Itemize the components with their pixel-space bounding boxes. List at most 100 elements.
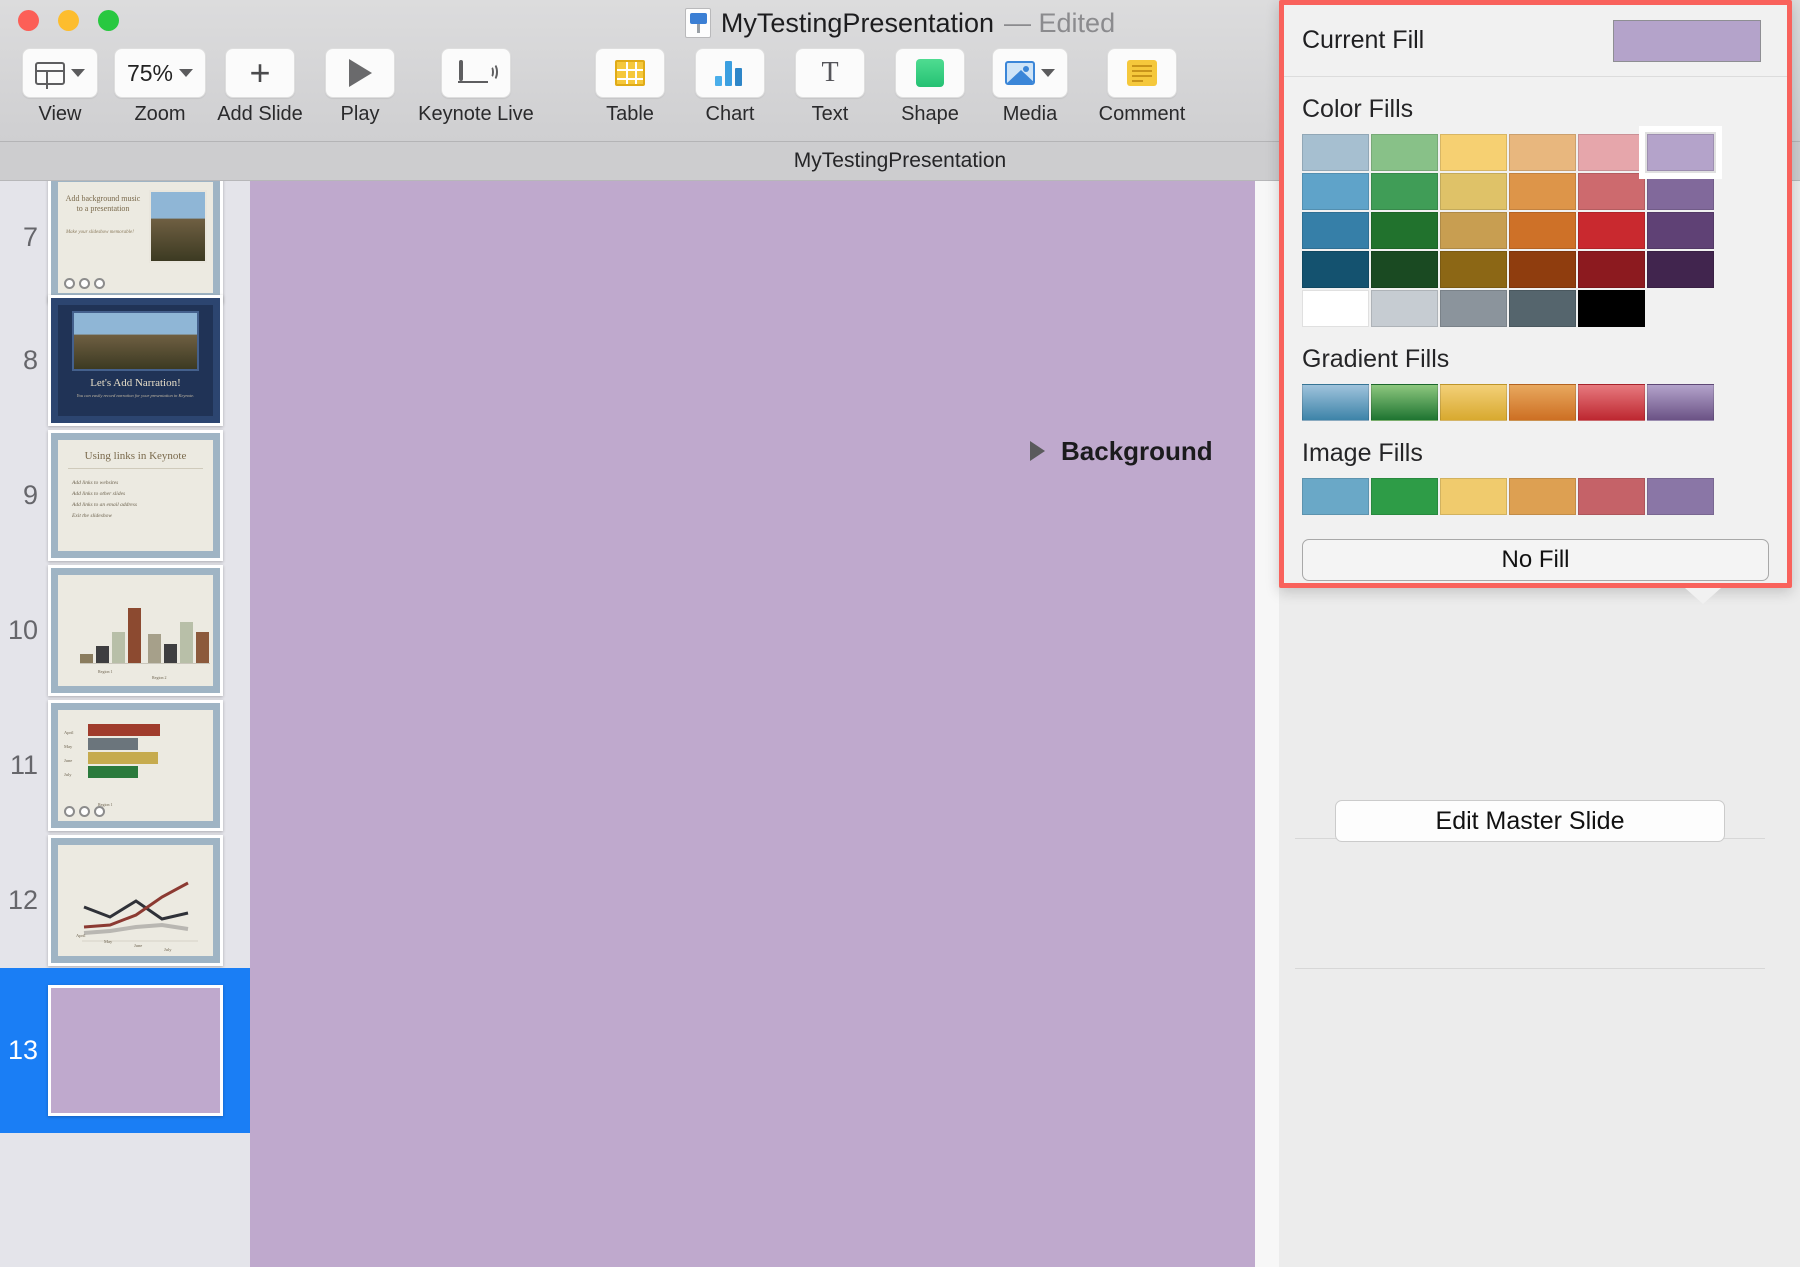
disclosure-triangle-icon[interactable] — [1030, 441, 1045, 461]
color-swatch-3-0[interactable] — [1302, 251, 1369, 288]
media-button[interactable] — [992, 48, 1068, 98]
toolbar-item-table[interactable]: Table — [580, 48, 680, 126]
color-swatch-3-2[interactable] — [1440, 251, 1507, 288]
slide-row-13[interactable]: 13 — [0, 968, 250, 1133]
color-swatch-4-2[interactable] — [1440, 290, 1507, 327]
toolbar-item-media[interactable]: Media — [980, 48, 1080, 126]
gradient-swatch-5[interactable] — [1647, 384, 1714, 421]
text-button[interactable]: T — [795, 48, 865, 98]
slide-number: 9 — [22, 480, 38, 510]
color-swatch-1-2[interactable] — [1440, 173, 1507, 210]
shape-button[interactable] — [895, 48, 965, 98]
slide-row-8[interactable]: 8 Let's Add Narration! You can easily re… — [0, 293, 250, 428]
slide-thumbnail[interactable] — [48, 985, 223, 1116]
color-swatch-3-5[interactable] — [1647, 251, 1714, 288]
image-swatch-0[interactable] — [1302, 478, 1369, 515]
image-swatch-5[interactable] — [1647, 478, 1714, 515]
slide-row-10[interactable]: 10 Region 1 Region 2 — [0, 563, 250, 698]
slide-navigator[interactable]: 7 Add background music to a presentation… — [0, 181, 250, 1267]
toolbar-item-zoom[interactable]: 75% Zoom — [110, 48, 210, 126]
layout-icon — [35, 61, 65, 89]
slide-row-7[interactable]: 7 Add background music to a presentation… — [0, 181, 250, 303]
slide-thumbnail[interactable]: Let's Add Narration! You can easily reco… — [48, 295, 223, 426]
toolbar-item-keynote-live[interactable]: Keynote Live — [410, 48, 542, 126]
gradient-fills-label: Gradient Fills — [1302, 345, 1450, 373]
edit-master-slide-button[interactable]: Edit Master Slide — [1335, 800, 1725, 842]
slide-canvas[interactable] — [250, 181, 1260, 1267]
color-swatch-0-0[interactable] — [1302, 134, 1369, 171]
toolbar-item-play[interactable]: Play — [310, 48, 410, 126]
keynote-live-button[interactable] — [441, 48, 511, 98]
slide-row-11[interactable]: 11 April May June July Region 1 — [0, 698, 250, 833]
color-swatch-2-5[interactable] — [1647, 212, 1714, 249]
inspector-scroll-gutter[interactable] — [1255, 181, 1279, 1267]
color-swatch-2-4[interactable] — [1578, 212, 1645, 249]
color-swatch-4-0[interactable] — [1302, 290, 1369, 327]
slide-thumbnail[interactable]: Region 1 Region 2 — [48, 565, 223, 696]
color-swatch-0-5[interactable] — [1639, 126, 1722, 179]
color-swatch-2-0[interactable] — [1302, 212, 1369, 249]
image-swatch-4[interactable] — [1578, 478, 1645, 515]
inspector-divider-bottom — [1295, 968, 1765, 969]
toolbar-item-text[interactable]: T Text — [780, 48, 880, 126]
toolbar-item-comment[interactable]: Comment — [1080, 48, 1204, 126]
no-fill-button[interactable]: No Fill — [1302, 539, 1769, 581]
zoom-button[interactable]: 75% — [113, 48, 207, 98]
slide-thumbnail[interactable]: Add background music to a presentation M… — [48, 181, 223, 303]
color-swatch-1-1[interactable] — [1371, 173, 1438, 210]
thumb-axis-label: May — [104, 939, 113, 944]
document-subtitle-text: MyTestingPresentation — [793, 149, 1007, 172]
color-swatch-2-2[interactable] — [1440, 212, 1507, 249]
color-swatch-4-1[interactable] — [1371, 290, 1438, 327]
slide-number: 11 — [9, 750, 38, 780]
slide-thumbnail[interactable]: Using links in Keynote Add links to webs… — [48, 430, 223, 561]
color-swatch-0-3[interactable] — [1509, 134, 1576, 171]
color-swatch-0-2[interactable] — [1440, 134, 1507, 171]
fill-popover: Current Fill Color Fills Gradient Fills … — [1279, 0, 1792, 588]
color-swatch-3-3[interactable] — [1509, 251, 1576, 288]
toolbar-item-add-slide[interactable]: + Add Slide — [210, 48, 310, 126]
toolbar-item-shape[interactable]: Shape — [880, 48, 980, 126]
gradient-swatch-3[interactable] — [1509, 384, 1576, 421]
color-swatch-1-0[interactable] — [1302, 173, 1369, 210]
toolbar-label-zoom: Zoom — [134, 103, 186, 125]
color-swatch-2-3[interactable] — [1509, 212, 1576, 249]
slide-thumbnail[interactable]: April May June July — [48, 835, 223, 966]
toolbar-item-view[interactable]: View — [10, 48, 110, 126]
slide-thumbnail[interactable]: April May June July Region 1 — [48, 700, 223, 831]
comment-button[interactable] — [1107, 48, 1177, 98]
gradient-swatch-0[interactable] — [1302, 384, 1369, 421]
color-swatch-1-4[interactable] — [1578, 173, 1645, 210]
color-swatch-1-3[interactable] — [1509, 173, 1576, 210]
slide-row-9[interactable]: 9 Using links in Keynote Add links to we… — [0, 428, 250, 563]
color-swatch-4-3[interactable] — [1509, 290, 1576, 327]
document-title-text: MyTestingPresentation — [720, 7, 995, 38]
add-slide-button[interactable]: + — [225, 48, 295, 98]
color-swatch-2-1[interactable] — [1371, 212, 1438, 249]
chart-button[interactable] — [695, 48, 765, 98]
image-swatch-2[interactable] — [1440, 478, 1507, 515]
table-button[interactable] — [595, 48, 665, 98]
thumb-subtitle: You can easily record narration for your… — [76, 393, 195, 398]
toolbar-item-chart[interactable]: Chart — [680, 48, 780, 126]
toolbar-label-shape: Shape — [901, 103, 959, 125]
document-edited-state: — Edited — [1004, 7, 1116, 38]
slide-row-12[interactable]: 12 April May June July — [0, 833, 250, 968]
keynote-live-icon — [458, 59, 498, 85]
color-swatch-0-4[interactable] — [1578, 134, 1645, 171]
current-fill-swatch[interactable] — [1613, 19, 1761, 62]
image-swatch-1[interactable] — [1371, 478, 1438, 515]
color-swatch-3-4[interactable] — [1578, 251, 1645, 288]
comment-icon — [1127, 60, 1157, 86]
play-button[interactable] — [325, 48, 395, 98]
color-swatch-4-4[interactable] — [1578, 290, 1645, 327]
view-button[interactable] — [22, 48, 98, 98]
gradient-swatch-2[interactable] — [1440, 384, 1507, 421]
color-swatch-0-1[interactable] — [1371, 134, 1438, 171]
color-swatch-3-1[interactable] — [1371, 251, 1438, 288]
text-icon: T — [821, 57, 839, 88]
gradient-swatch-4[interactable] — [1578, 384, 1645, 421]
image-swatch-3[interactable] — [1509, 478, 1576, 515]
color-swatch-1-5[interactable] — [1647, 173, 1714, 210]
gradient-swatch-1[interactable] — [1371, 384, 1438, 421]
